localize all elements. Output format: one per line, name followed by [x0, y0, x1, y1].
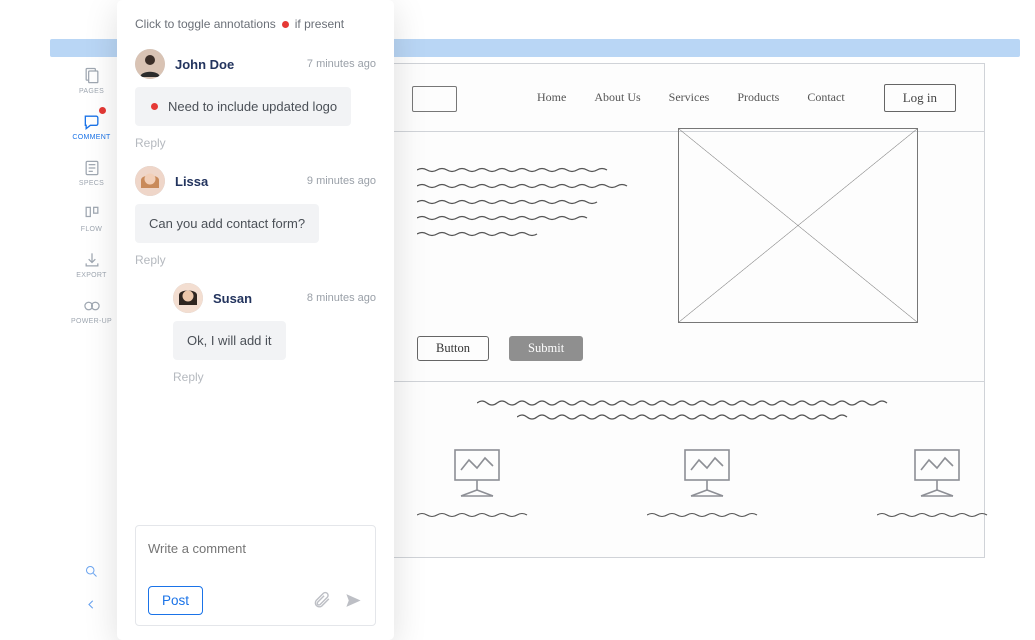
rail-bottom	[68, 564, 115, 612]
comment-item: John Doe 7 minutes ago Need to include u…	[135, 49, 376, 150]
avatar	[173, 283, 203, 313]
wf-nav-services: Services	[669, 90, 710, 105]
toggle-text-pre: Click to toggle annotations	[135, 17, 276, 31]
comment-time: 7 minutes ago	[307, 58, 376, 70]
reply-link[interactable]: Reply	[135, 253, 376, 267]
specs-icon	[82, 158, 102, 178]
wf-text-block	[417, 160, 637, 230]
rail-pages-label: PAGES	[79, 88, 104, 95]
zoom-icon[interactable]	[84, 564, 99, 579]
wf-nav-home: Home	[537, 90, 566, 105]
reply-link[interactable]: Reply	[135, 136, 376, 150]
wf-nav: Home About Us Services Products Contact	[537, 90, 845, 105]
collapse-icon[interactable]	[84, 597, 99, 612]
wf-logo-box	[412, 86, 457, 112]
chart-icon	[677, 446, 737, 500]
annotation-marker-icon	[151, 103, 158, 110]
comment-time: 8 minutes ago	[307, 292, 376, 304]
wf-image-placeholder	[678, 128, 918, 323]
chart-icon	[907, 446, 967, 500]
avatar	[135, 166, 165, 196]
pages-icon	[82, 66, 102, 86]
comment-author: John Doe	[175, 57, 234, 72]
toggle-text-post: if present	[295, 17, 344, 31]
attach-icon[interactable]	[313, 591, 332, 610]
toggle-annotations[interactable]: Click to toggle annotations if present	[135, 17, 376, 31]
wf-button-1: Button	[417, 336, 489, 361]
powerup-icon	[82, 296, 102, 316]
rail-powerup[interactable]: POWER-UP	[68, 287, 115, 333]
comment-thread: John Doe 7 minutes ago Need to include u…	[135, 49, 376, 525]
left-rail: PAGES COMMENT SPECS FLOW EXPORT POWER-UP	[68, 57, 115, 333]
post-button[interactable]: Post	[148, 586, 203, 615]
wf-nav-products: Products	[737, 90, 779, 105]
rail-specs[interactable]: SPECS	[68, 149, 115, 195]
chart-icon	[447, 446, 507, 500]
reply-link[interactable]: Reply	[173, 370, 376, 384]
rail-pages[interactable]: PAGES	[68, 57, 115, 103]
rail-flow-label: FLOW	[81, 226, 102, 233]
wf-nav-contact: Contact	[807, 90, 844, 105]
comment-bubble: Need to include updated logo	[135, 87, 351, 126]
comment-author: Susan	[213, 291, 252, 306]
rail-export-label: EXPORT	[76, 272, 106, 279]
comment-bubble: Can you add contact form?	[135, 204, 319, 243]
comment-item-reply: Susan 8 minutes ago Ok, I will add it Re…	[135, 283, 376, 384]
comment-author: Lissa	[175, 174, 208, 189]
wf-login: Log in	[884, 84, 956, 112]
comment-badge-dot	[99, 107, 106, 114]
rail-powerup-label: POWER-UP	[71, 318, 112, 325]
avatar	[135, 49, 165, 79]
rail-specs-label: SPECS	[79, 180, 104, 187]
export-icon	[82, 250, 102, 270]
annotation-dot-icon	[282, 21, 289, 28]
comment-icon	[82, 112, 102, 132]
comment-time: 9 minutes ago	[307, 175, 376, 187]
send-icon[interactable]	[344, 591, 363, 610]
flow-icon	[82, 204, 102, 224]
wf-button-2: Submit	[509, 336, 583, 361]
rail-comment[interactable]: COMMENT	[68, 103, 115, 149]
rail-flow[interactable]: FLOW	[68, 195, 115, 241]
comment-composer: Post	[135, 525, 376, 626]
wf-nav-about: About Us	[594, 90, 640, 105]
rail-comment-label: COMMENT	[72, 134, 110, 141]
comment-text: Need to include updated logo	[168, 99, 337, 114]
comment-item: Lissa 9 minutes ago Can you add contact …	[135, 166, 376, 267]
comment-text: Can you add contact form?	[149, 216, 305, 231]
comments-panel: Click to toggle annotations if present J…	[117, 0, 394, 640]
comment-input[interactable]	[148, 541, 363, 556]
rail-export[interactable]: EXPORT	[68, 241, 115, 287]
comment-text: Ok, I will add it	[187, 333, 272, 348]
comment-bubble: Ok, I will add it	[173, 321, 286, 360]
